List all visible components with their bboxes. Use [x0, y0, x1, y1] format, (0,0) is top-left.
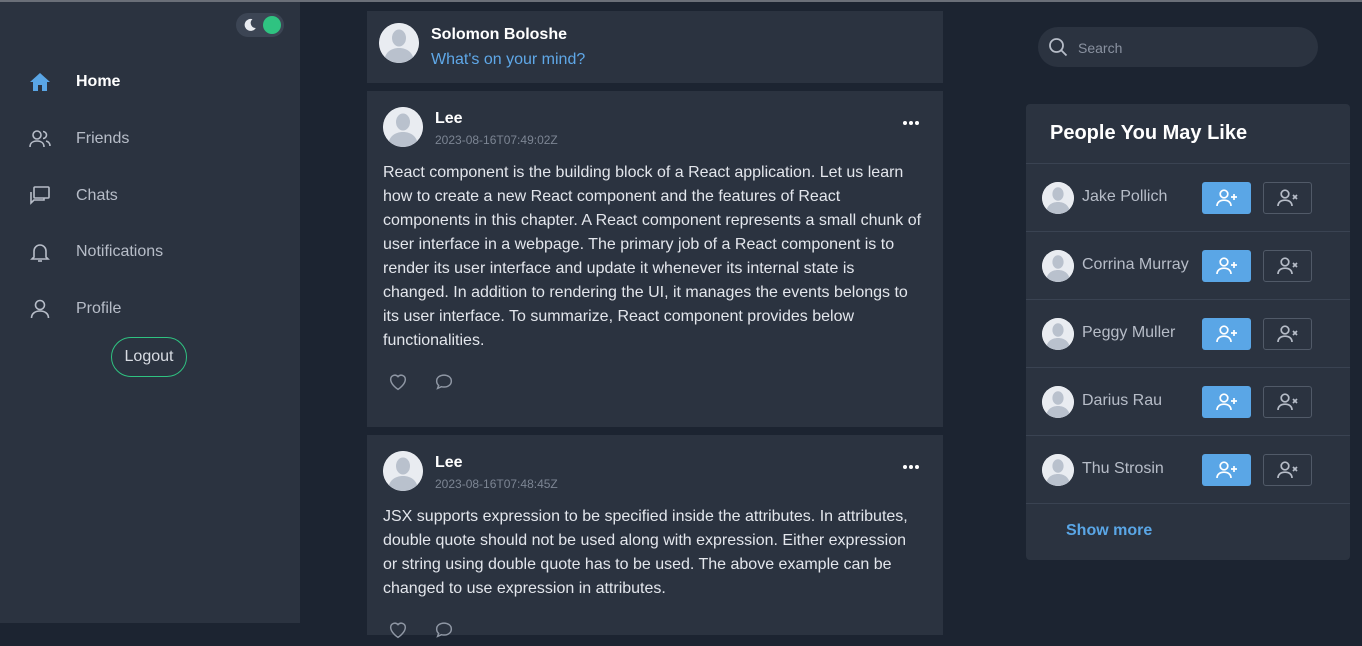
dismiss-suggestion-button[interactable] — [1263, 454, 1312, 486]
avatar[interactable] — [1042, 182, 1074, 214]
add-friend-button[interactable] — [1202, 318, 1251, 350]
toggle-knob — [263, 16, 281, 34]
sidebar-nav: Home Friends Chats Notifications Profile — [28, 54, 288, 337]
avatar[interactable] — [1042, 454, 1074, 486]
person-name[interactable]: Corrina Murray — [1082, 256, 1189, 274]
post-actions — [387, 619, 455, 641]
avatar[interactable] — [1042, 386, 1074, 418]
add-friend-button[interactable] — [1202, 454, 1251, 486]
logout-button[interactable]: Logout — [111, 337, 187, 377]
post-author[interactable]: Lee — [435, 110, 463, 128]
friends-icon — [28, 127, 52, 151]
profile-icon — [28, 297, 52, 321]
sidebar: Home Friends Chats Notifications Profile — [0, 2, 300, 623]
post-body: JSX supports expression to be specified … — [383, 508, 908, 597]
search-input[interactable] — [1076, 27, 1310, 69]
sidebar-item-chats[interactable]: Chats — [28, 167, 288, 224]
sidebar-item-label: Profile — [76, 300, 122, 318]
person-name[interactable]: Jake Pollich — [1082, 188, 1167, 206]
sidebar-item-label: Notifications — [76, 243, 164, 261]
person-name[interactable]: Peggy Muller — [1082, 324, 1175, 342]
more-options-icon[interactable] — [901, 457, 921, 477]
person-name[interactable]: Thu Strosin — [1082, 460, 1164, 478]
dismiss-suggestion-button[interactable] — [1263, 250, 1312, 282]
sidebar-item-label: Friends — [76, 130, 130, 148]
composer-user-name: Solomon Boloshe — [431, 26, 567, 43]
user-remove-icon — [1276, 461, 1298, 479]
user-remove-icon — [1276, 257, 1298, 275]
user-remove-icon — [1276, 325, 1298, 343]
list-item: Thu Strosin — [1026, 436, 1350, 504]
user-plus-icon — [1215, 257, 1237, 275]
avatar — [379, 23, 419, 63]
user-plus-icon — [1215, 189, 1237, 207]
sidebar-item-notifications[interactable]: Notifications — [28, 224, 288, 281]
add-friend-button[interactable] — [1202, 386, 1251, 418]
user-plus-icon — [1215, 393, 1237, 411]
search-bar — [1038, 27, 1318, 69]
sidebar-item-label: Chats — [76, 186, 118, 204]
post-author[interactable]: Lee — [435, 454, 463, 472]
dismiss-suggestion-button[interactable] — [1263, 318, 1312, 350]
post-timestamp: 2023-08-16T07:48:45Z — [435, 477, 558, 491]
search-icon — [1048, 37, 1068, 57]
like-heart-icon[interactable] — [387, 371, 409, 393]
user-plus-icon — [1215, 325, 1237, 343]
post-card: Lee 2023-08-16T07:48:45Z JSX supports ex… — [367, 435, 943, 639]
user-remove-icon — [1276, 189, 1298, 207]
list-item: Peggy Muller — [1026, 300, 1350, 368]
like-heart-icon[interactable] — [387, 619, 409, 641]
list-item: Darius Rau — [1026, 368, 1350, 436]
composer-prompt[interactable]: What's on your mind? — [431, 51, 585, 69]
people-you-may-like-panel: People You May Like Jake Pollich Corrina… — [1026, 104, 1350, 560]
bell-icon — [28, 240, 52, 264]
post-composer[interactable]: Solomon Boloshe What's on your mind? — [367, 11, 943, 83]
dismiss-suggestion-button[interactable] — [1263, 386, 1312, 418]
theme-toggle[interactable] — [236, 13, 284, 37]
moon-icon — [242, 17, 258, 33]
post-actions — [387, 371, 455, 393]
list-item: Jake Pollich — [1026, 164, 1350, 232]
person-name[interactable]: Darius Rau — [1082, 392, 1162, 410]
post-body: React component is the building block of… — [383, 164, 922, 349]
user-plus-icon — [1215, 461, 1237, 479]
show-more-link[interactable]: Show more — [1066, 522, 1152, 540]
sidebar-item-label: Home — [76, 73, 121, 91]
avatar[interactable] — [383, 107, 423, 147]
post-timestamp: 2023-08-16T07:49:02Z — [435, 133, 558, 147]
sidebar-item-friends[interactable]: Friends — [28, 111, 288, 168]
add-friend-button[interactable] — [1202, 250, 1251, 282]
avatar[interactable] — [1042, 250, 1074, 282]
sidebar-item-home[interactable]: Home — [28, 54, 288, 111]
more-options-icon[interactable] — [901, 113, 921, 133]
sidebar-item-profile[interactable]: Profile — [28, 281, 288, 338]
comment-icon[interactable] — [433, 619, 455, 641]
chats-icon — [28, 184, 52, 208]
avatar[interactable] — [383, 451, 423, 491]
avatar[interactable] — [1042, 318, 1074, 350]
home-icon — [28, 70, 52, 94]
panel-title: People You May Like — [1050, 122, 1248, 144]
dismiss-suggestion-button[interactable] — [1263, 182, 1312, 214]
post-card: Lee 2023-08-16T07:49:02Z React component… — [367, 91, 943, 427]
add-friend-button[interactable] — [1202, 182, 1251, 214]
comment-icon[interactable] — [433, 371, 455, 393]
user-remove-icon — [1276, 393, 1298, 411]
list-item: Corrina Murray — [1026, 232, 1350, 300]
